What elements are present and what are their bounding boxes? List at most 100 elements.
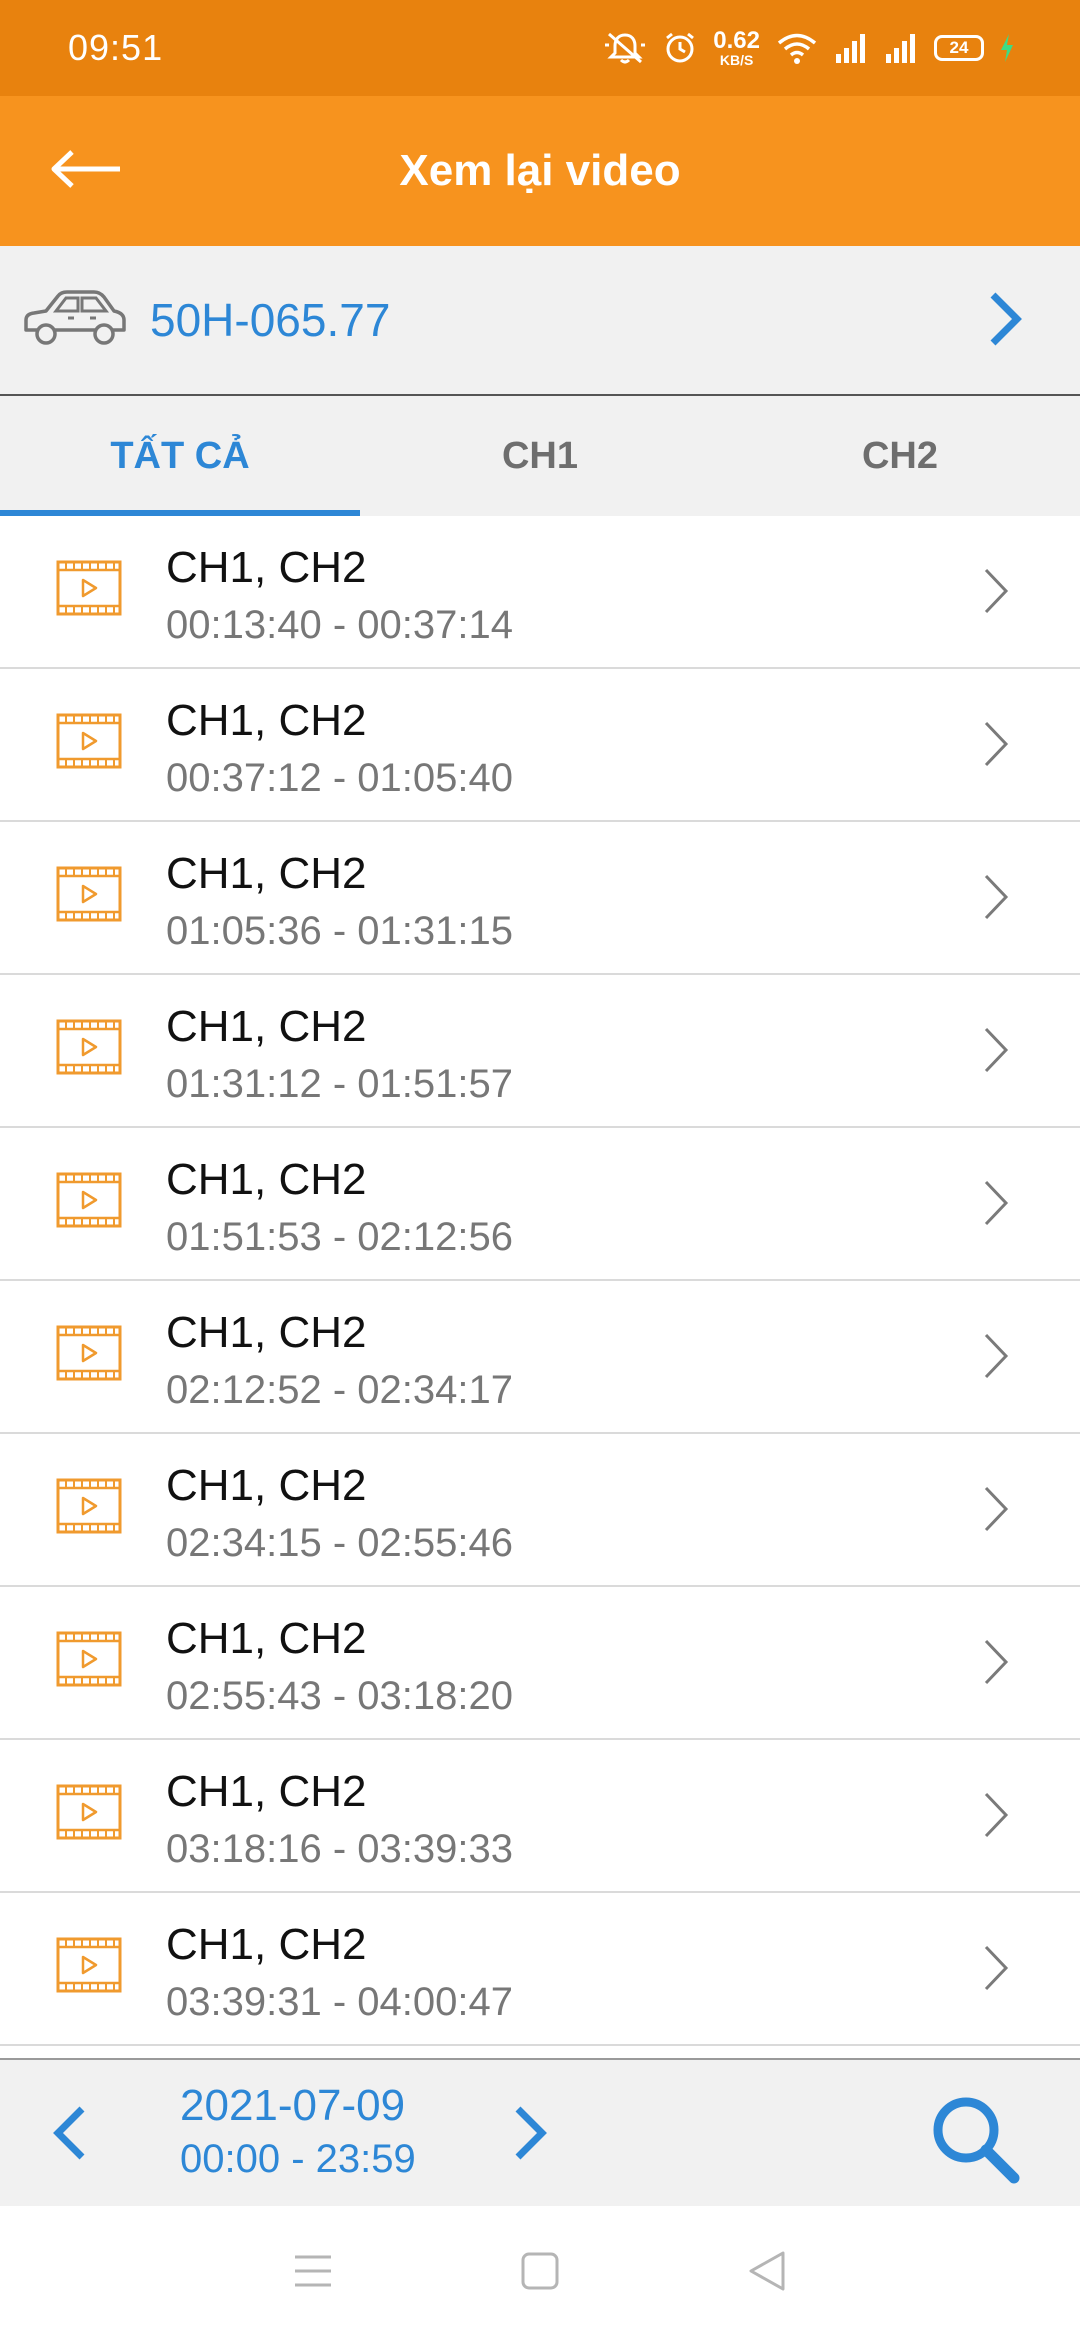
tab-all[interactable]: TẤT CẢ — [0, 396, 360, 516]
chevron-right-icon — [982, 566, 1010, 621]
network-speed: 0.62 KB/S — [713, 27, 760, 68]
film-play-icon — [56, 1784, 122, 1845]
tab-ch2[interactable]: CH2 — [720, 396, 1080, 516]
back-button[interactable] — [50, 136, 140, 206]
menu-icon — [293, 2253, 333, 2294]
video-list-item[interactable]: CH1, CH2 00:13:40 - 00:37:14 — [0, 516, 1080, 669]
video-time-range: 01:51:53 - 02:12:56 — [166, 1214, 513, 1259]
video-time-range: 02:34:15 - 02:55:46 — [166, 1520, 513, 1565]
film-play-icon — [56, 713, 122, 774]
status-icons: 0.62 KB/S 24 — [603, 29, 1014, 67]
chevron-right-icon — [982, 719, 1010, 774]
video-channels: CH1, CH2 — [166, 1002, 367, 1051]
video-list-item[interactable]: CH1, CH2 01:05:36 - 01:31:15 — [0, 822, 1080, 975]
video-channels: CH1, CH2 — [166, 1767, 367, 1816]
square-icon — [520, 2251, 560, 2296]
film-play-icon — [56, 1478, 122, 1539]
video-time-range: 02:55:43 - 03:18:20 — [166, 1673, 513, 1718]
video-time-range: 02:12:52 - 02:34:17 — [166, 1367, 513, 1412]
video-channels: CH1, CH2 — [166, 543, 367, 592]
film-play-icon — [56, 1937, 122, 1998]
film-play-icon — [56, 1172, 122, 1233]
chevron-right-icon — [982, 1484, 1010, 1539]
video-list-item[interactable]: CH1, CH2 02:55:43 - 03:18:20 — [0, 1587, 1080, 1740]
signal-icon-2 — [884, 32, 918, 64]
nav-home-button[interactable] — [510, 2243, 570, 2303]
car-icon — [20, 286, 130, 355]
video-list-item[interactable]: CH1, CH2 00:37:12 - 01:05:40 — [0, 669, 1080, 822]
alarm-icon — [663, 31, 697, 65]
video-item-text: CH1, CH2 02:34:15 - 02:55:46 — [166, 1460, 513, 1565]
chevron-right-icon — [987, 291, 1023, 352]
chevron-right-icon — [982, 1178, 1010, 1233]
film-play-icon — [56, 1325, 122, 1386]
video-channels: CH1, CH2 — [166, 849, 367, 898]
search-icon — [928, 2092, 1020, 2189]
network-speed-value: 0.62 — [713, 27, 760, 54]
channel-tabs: TẤT CẢ CH1 CH2 — [0, 396, 1080, 516]
video-item-text: CH1, CH2 00:13:40 - 00:37:14 — [166, 542, 513, 647]
status-bar: 09:51 0.62 KB/S 24 — [0, 0, 1080, 96]
film-play-icon — [56, 1019, 122, 1080]
wifi-icon — [776, 31, 818, 65]
nav-menu-button[interactable] — [283, 2243, 343, 2303]
vehicle-selector[interactable]: 50H-065.77 — [0, 246, 1080, 396]
video-time-range: 03:39:31 - 04:00:47 — [166, 1979, 513, 2024]
mute-bell-icon — [603, 31, 647, 65]
video-channels: CH1, CH2 — [166, 1920, 367, 1969]
chevron-right-icon — [982, 1943, 1010, 1998]
chevron-right-icon — [982, 1637, 1010, 1692]
video-channels: CH1, CH2 — [166, 1308, 367, 1357]
chevron-left-icon — [52, 2105, 88, 2166]
vehicle-plate: 50H-065.77 — [150, 294, 391, 346]
triangle-back-icon — [747, 2250, 787, 2297]
chevron-right-icon — [982, 872, 1010, 927]
next-date-button[interactable] — [500, 2100, 560, 2170]
chevron-right-icon — [512, 2105, 548, 2166]
video-list-item[interactable]: CH1, CH2 03:39:31 - 04:00:47 — [0, 1893, 1080, 2046]
video-item-text: CH1, CH2 01:51:53 - 02:12:56 — [166, 1154, 513, 1259]
film-play-icon — [56, 866, 122, 927]
date-selector[interactable]: 2021-07-09 00:00 - 23:59 — [180, 2080, 416, 2183]
video-time-range: 00:37:12 - 01:05:40 — [166, 755, 513, 800]
video-time-range: 03:18:16 - 03:39:33 — [166, 1826, 513, 1871]
video-time-range: 00:13:40 - 00:37:14 — [166, 602, 513, 647]
selected-date: 2021-07-09 — [180, 2081, 406, 2130]
video-item-text: CH1, CH2 02:55:43 - 03:18:20 — [166, 1613, 513, 1718]
chevron-right-icon — [982, 1790, 1010, 1845]
network-speed-unit: KB/S — [719, 52, 754, 68]
status-time: 09:51 — [68, 27, 164, 68]
charging-icon — [1000, 33, 1014, 63]
page-title: Xem lại video — [399, 146, 681, 195]
video-list: CH1, CH2 00:13:40 - 00:37:14 CH1, CH2 00… — [0, 516, 1080, 2058]
video-list-item[interactable]: CH1, CH2 01:31:12 - 01:51:57 — [0, 975, 1080, 1128]
nav-back-button[interactable] — [737, 2243, 797, 2303]
date-filter-bar: 2021-07-09 00:00 - 23:59 — [0, 2058, 1080, 2206]
video-item-text: CH1, CH2 03:39:31 - 04:00:47 — [166, 1919, 513, 2024]
video-time-range: 01:05:36 - 01:31:15 — [166, 908, 513, 953]
video-channels: CH1, CH2 — [166, 1155, 367, 1204]
video-item-text: CH1, CH2 01:05:36 - 01:31:15 — [166, 848, 513, 953]
prev-date-button[interactable] — [40, 2100, 100, 2170]
video-list-item[interactable]: CH1, CH2 01:51:53 - 02:12:56 — [0, 1128, 1080, 1281]
video-item-text: CH1, CH2 01:31:12 - 01:51:57 — [166, 1001, 513, 1106]
film-play-icon — [56, 560, 122, 621]
signal-icon — [834, 32, 868, 64]
vehicle-next-button[interactable] — [970, 286, 1040, 356]
film-play-icon — [56, 1631, 122, 1692]
video-list-item[interactable]: CH1, CH2 03:18:16 - 03:39:33 — [0, 1740, 1080, 1893]
video-channels: CH1, CH2 — [166, 1614, 367, 1663]
video-item-text: CH1, CH2 03:18:16 - 03:39:33 — [166, 1766, 513, 1871]
video-list-item[interactable]: CH1, CH2 02:34:15 - 02:55:46 — [0, 1434, 1080, 1587]
tab-ch1[interactable]: CH1 — [360, 396, 720, 516]
arrow-left-icon — [50, 149, 122, 194]
video-channels: CH1, CH2 — [166, 1461, 367, 1510]
battery-icon: 24 — [934, 35, 984, 61]
video-time-range: 01:31:12 - 01:51:57 — [166, 1061, 513, 1106]
video-channels: CH1, CH2 — [166, 696, 367, 745]
video-item-text: CH1, CH2 02:12:52 - 02:34:17 — [166, 1307, 513, 1412]
search-button[interactable] — [924, 2090, 1024, 2190]
video-list-item[interactable]: CH1, CH2 02:12:52 - 02:34:17 — [0, 1281, 1080, 1434]
app-bar: Xem lại video — [0, 96, 1080, 246]
selected-time-range: 00:00 - 23:59 — [180, 2136, 416, 2181]
